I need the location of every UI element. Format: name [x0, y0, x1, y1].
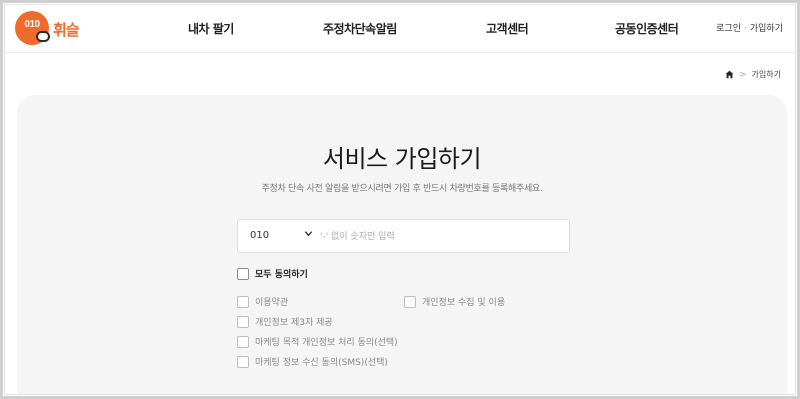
agree-privacy-collection[interactable]: 개인정보 수집 및 이용 [404, 295, 505, 308]
agree-terms-checkbox[interactable] [237, 295, 249, 308]
page-title: 서비스 가입하기 [322, 145, 482, 173]
signup-link[interactable]: 가입하기 [750, 24, 783, 34]
page-subtitle: 주정차 단속 사전 알림을 받으시려면 가입 후 반드시 차량번호를 등록해주세… [261, 184, 543, 194]
agree-privacy-collection-checkbox[interactable] [404, 295, 416, 308]
phone-number-input[interactable] [320, 227, 560, 247]
auth-links: 로그인 · 가입하기 [716, 21, 783, 34]
breadcrumb: > 가입하기 [725, 69, 781, 80]
agree-marketing-sms-label: 마케팅 정보 수신 동의(SMS)(선택) [255, 358, 388, 368]
chevron-down-icon[interactable] [304, 229, 313, 238]
agree-marketing-processing[interactable]: 마케팅 목적 개인정보 처리 동의(선택) [237, 335, 398, 348]
phone-field: 010 [237, 219, 570, 253]
agree-all-checkbox[interactable] [237, 267, 249, 280]
breadcrumb-separator: > [739, 69, 747, 80]
chat-bubble-icon [36, 31, 50, 42]
phone-prefix-select[interactable]: 010 [250, 230, 269, 241]
logo[interactable]: 010 휘슬 [15, 11, 95, 45]
nav-item-sell-car[interactable]: 내차 팔기 [188, 20, 234, 37]
home-icon[interactable] [725, 70, 734, 79]
agree-terms-label: 이용약관 [255, 298, 289, 308]
agree-marketing-sms-checkbox[interactable] [237, 355, 249, 368]
agree-marketing-processing-checkbox[interactable] [237, 335, 249, 348]
agree-marketing-processing-label: 마케팅 목적 개인정보 처리 동의(선택) [255, 338, 398, 348]
agree-third-party-checkbox[interactable] [237, 315, 249, 328]
nav-item-customer-center[interactable]: 고객센터 [486, 20, 529, 37]
login-link[interactable]: 로그인 [716, 24, 741, 34]
agree-terms[interactable]: 이용약관 [237, 295, 288, 308]
logo-wordmark: 휘슬 [53, 21, 80, 39]
agree-all-label: 모두 동의하기 [255, 270, 308, 280]
auth-separator: · [744, 24, 747, 34]
site-header: 010 휘슬 내차 팔기 주정차단속알림 고객센터 공동인증센터 로그인 · 가입하… [5, 5, 795, 53]
agree-third-party-label: 개인정보 제3자 제공 [255, 318, 333, 328]
signup-card: 서비스 가입하기 주정차 단속 사전 알림을 받으시려면 가입 후 반드시 차량… [17, 95, 787, 394]
page: 010 휘슬 내차 팔기 주정차단속알림 고객센터 공동인증센터 로그인 · 가입하… [4, 4, 796, 395]
breadcrumb-current: 가입하기 [751, 70, 781, 79]
logo-badge-text: 010 [24, 19, 40, 30]
agree-all[interactable]: 모두 동의하기 [237, 267, 308, 280]
nav-item-certificate-center[interactable]: 공동인증센터 [615, 20, 679, 37]
agree-marketing-sms[interactable]: 마케팅 정보 수신 동의(SMS)(선택) [237, 355, 388, 368]
agree-third-party[interactable]: 개인정보 제3자 제공 [237, 315, 333, 328]
nav-item-parking-alert[interactable]: 주정차단속알림 [323, 20, 397, 37]
agree-privacy-collection-label: 개인정보 수집 및 이용 [422, 298, 506, 308]
